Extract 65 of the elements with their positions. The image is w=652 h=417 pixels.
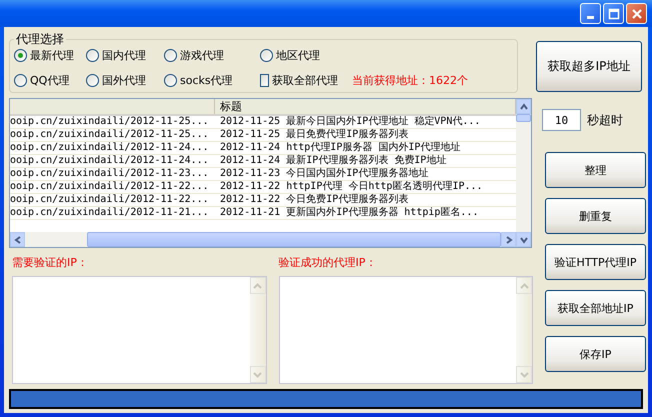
radio-button[interactable] (86, 74, 99, 87)
radio-button[interactable] (14, 74, 27, 87)
table-cell-text: 2012-11-21 更新国内外IP代理服务器 httpip匿名... (219, 207, 480, 219)
checkbox-label: 获取全部代理 (272, 73, 338, 88)
maximize-icon (608, 8, 620, 20)
table-cell-text: ooip.cn/zuixindaili/2012-11-24... (10, 155, 210, 167)
action-button[interactable]: 整理 (545, 152, 646, 188)
radio-button[interactable] (260, 49, 273, 62)
radio-button[interactable] (86, 49, 99, 62)
timeout-label: 秒超时 (587, 112, 623, 128)
table-cell-text: ooip.cn/zuixindaili/2012-11-22... (10, 194, 210, 206)
radio-button[interactable] (14, 49, 27, 62)
radio-label: 地区代理 (276, 48, 320, 63)
minimize-icon (587, 16, 594, 18)
radio-label: 游戏代理 (180, 48, 224, 63)
scroll-down-button[interactable] (516, 232, 531, 247)
vertical-scrollbar[interactable] (516, 99, 531, 247)
radio-button[interactable] (164, 74, 177, 87)
radio-option[interactable]: 地区代理 (260, 48, 338, 63)
timeout-field[interactable]: 10 (542, 109, 581, 131)
table-cell-text: ooip.cn/zuixindaili/2012-11-25... (10, 116, 210, 128)
radio-option[interactable]: QQ代理 (14, 73, 86, 88)
scroll-up-button[interactable] (516, 99, 531, 114)
count-text: 当前获得地址：1622个 (352, 73, 469, 88)
table-cell-text: ooip.cn/zuixindaili/2012-11-25... (10, 129, 210, 141)
radio-label: QQ代理 (30, 73, 70, 88)
minimize-button[interactable] (580, 3, 601, 24)
maximize-button[interactable] (603, 3, 624, 24)
radio-label: 国外代理 (102, 73, 146, 88)
radio-option[interactable]: socks代理 (164, 73, 260, 88)
table-cell-text: 2012-11-23 今日国内国外IP代理服务器地址 (219, 168, 430, 180)
radio-option[interactable]: 游戏代理 (164, 48, 260, 63)
radio-option[interactable]: 国内代理 (86, 48, 164, 63)
action-button[interactable]: 删重复 (545, 198, 646, 234)
radio-label: socks代理 (180, 73, 233, 88)
close-button[interactable] (626, 3, 647, 24)
action-button[interactable]: 保存IP (545, 336, 646, 372)
list-label: 验证成功的代理IP： (278, 255, 378, 271)
radio-option[interactable]: 国外代理 (86, 73, 164, 88)
scroll-right-button[interactable] (501, 232, 516, 247)
action-button[interactable]: 验证HTTP代理IP (545, 244, 646, 280)
action-button[interactable]: 获取全部地址IP (545, 290, 646, 326)
table-cell-text: ooip.cn/zuixindaili/2012-11-22... (10, 181, 210, 193)
radio-label: 最新代理 (30, 48, 74, 63)
table-cell-text: 2012-11-22 httpIP代理 今日http匿名透明代理IP... (219, 181, 484, 193)
group-title: 代理选择 (15, 31, 65, 48)
list-label: 需要验证的IP： (11, 255, 89, 271)
checkbox-option[interactable]: 获取全部代理 (260, 73, 338, 88)
table-cell-text: ooip.cn/zuixindaili/2012-11-23... (10, 168, 210, 180)
table-cell-text: 2012-11-25 最日免费代理IP服务器列表 (219, 129, 410, 141)
fetch-button[interactable]: 获取超多IP地址 (536, 41, 642, 92)
scroll-thumb[interactable] (87, 232, 501, 247)
close-icon (630, 8, 642, 20)
table-cell-text: ooip.cn/zuixindaili/2012-11-21... (10, 207, 210, 219)
radio-button[interactable] (164, 49, 177, 62)
checkbox[interactable] (260, 74, 269, 87)
scroll-thumb[interactable] (516, 114, 531, 122)
scroll-left-button[interactable] (10, 232, 25, 247)
radio-label: 国内代理 (102, 48, 146, 63)
horizontal-scrollbar[interactable] (10, 232, 516, 247)
table-cell-text: 2012-11-24 最新IP代理服务器列表 免费IP地址 (219, 155, 448, 167)
table-cell-text: ooip.cn/zuixindaili/2012-11-24... (10, 142, 210, 154)
radio-option[interactable]: 最新代理 (14, 48, 86, 63)
table-cell-text: 2012-11-22 今日免费IP代理服务器列表 (219, 194, 410, 206)
table-cell-text: 2012-11-24 http代理IP服务器 国内外IP代理地址 (219, 142, 462, 154)
